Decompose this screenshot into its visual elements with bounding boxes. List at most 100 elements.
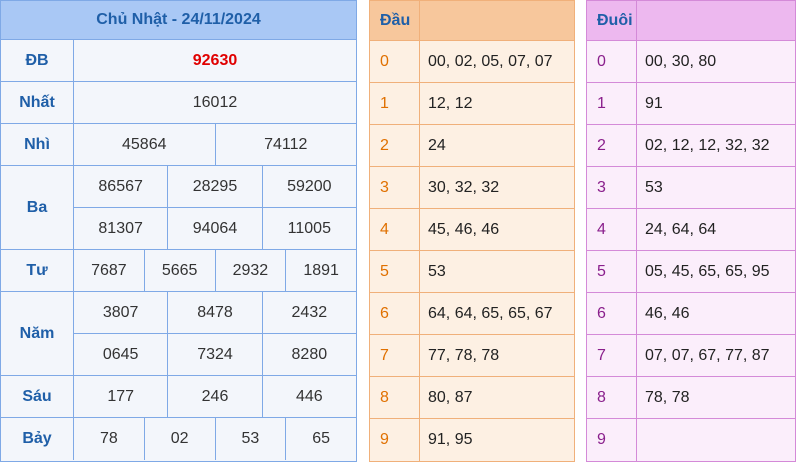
duoi-row: 1 91 (587, 83, 795, 125)
dau-digit: 6 (370, 293, 420, 334)
prize-number: 53 (214, 418, 286, 460)
prize-line: 81307 94064 11005 (74, 207, 356, 249)
duoi-digit: 2 (587, 125, 637, 166)
dau-digit: 9 (370, 419, 420, 461)
dau-numbers: 45, 46, 46 (428, 220, 500, 238)
dau-numbers: 12, 12 (428, 94, 473, 112)
duoi-rows: 0 00, 30, 80 1 91 2 02, 12, 12, 32, 32 3 53 4 24,… (587, 41, 795, 461)
duoi-digit: 9 (587, 419, 637, 461)
dau-header: Đầu (370, 1, 574, 41)
prize-values: 3807 8478 2432 0645 7324 8280 (74, 292, 356, 375)
prize-number: 2932 (214, 250, 286, 291)
prize-number: 16012 (192, 93, 238, 111)
dau-row: 1 12, 12 (370, 83, 574, 125)
prize-number: 92630 (192, 51, 238, 69)
prize-number: 86567 (98, 177, 143, 195)
prize-number: 446 (261, 376, 356, 417)
prize-number: 1891 (285, 250, 356, 291)
prize-line: 0645 7324 8280 (74, 333, 356, 375)
dau-row: 9 91, 95 (370, 419, 574, 461)
prize-number: 246 (167, 376, 261, 417)
dau-numbers: 00, 02, 05, 07, 07 (428, 52, 553, 70)
duoi-header-label: Đuôi (587, 1, 637, 40)
prize-number: 02 (143, 418, 215, 460)
dau-header-label: Đầu (370, 1, 420, 40)
dau-numbers: 24 (428, 136, 446, 154)
duoi-row: 0 00, 30, 80 (587, 41, 795, 83)
dau-rows: 0 00, 02, 05, 07, 07 1 12, 12 2 24 3 30, 32, 32… (370, 41, 574, 461)
dau-numbers: 91, 95 (428, 431, 473, 448)
duoi-digit: 6 (587, 293, 637, 334)
prize-values: 86567 28295 59200 81307 94064 11005 (74, 166, 356, 249)
prize-line: 3807 8478 2432 (74, 292, 356, 333)
prize-number: 5665 (143, 250, 215, 291)
dau-digit: 8 (370, 377, 420, 418)
dau-digit: 1 (370, 83, 420, 124)
prize-number: 94064 (167, 208, 261, 249)
dau-numbers: 64, 64, 65, 65, 67 (428, 304, 553, 322)
prize-label: Sáu (1, 376, 74, 417)
duoi-numbers (637, 419, 795, 461)
duoi-row: 8 78, 78 (587, 377, 795, 419)
duoi-numbers: 05, 45, 65, 65, 95 (645, 262, 770, 280)
prize-line: 16012 (74, 82, 356, 123)
duoi-numbers: 24, 64, 64 (645, 220, 717, 238)
dau-digit: 4 (370, 209, 420, 250)
duoi-digit: 1 (587, 83, 637, 124)
dau-row: 8 80, 87 (370, 377, 574, 419)
duoi-numbers: 07, 07, 67, 77, 87 (645, 346, 770, 364)
prize-row: Năm 3807 8478 2432 0645 7324 8280 (1, 292, 356, 376)
prize-number: 59200 (261, 166, 356, 207)
duoi-row: 4 24, 64, 64 (587, 209, 795, 251)
prize-row: Nhất 16012 (1, 82, 356, 124)
duoi-digit: 7 (587, 335, 637, 376)
prize-number: 78 (99, 430, 118, 447)
duoi-row: 7 07, 07, 67, 77, 87 (587, 335, 795, 377)
dau-digit: 2 (370, 125, 420, 166)
prize-line: 78 02 53 65 (74, 418, 356, 460)
prize-label: Bảy (1, 418, 74, 460)
prize-number: 81307 (98, 219, 143, 237)
prize-values: 16012 (74, 82, 356, 123)
prize-number: 177 (107, 387, 135, 405)
dau-digit: 0 (370, 41, 420, 82)
prize-row: Tư 7687 5665 2932 1891 (1, 250, 356, 292)
duoi-numbers: 53 (645, 178, 663, 196)
dau-row: 7 77, 78, 78 (370, 335, 574, 377)
duoi-digit: 5 (587, 251, 637, 292)
prize-row: Nhì 45864 74112 (1, 124, 356, 166)
prize-number: 28295 (167, 166, 261, 207)
duoi-numbers: 00, 30, 80 (645, 52, 717, 70)
dau-digit: 3 (370, 167, 420, 208)
prize-number: 7324 (167, 334, 261, 375)
duoi-digit: 3 (587, 167, 637, 208)
prize-values: 92630 (74, 40, 356, 81)
prize-label: Tư (1, 250, 74, 291)
prize-values: 7687 5665 2932 1891 (74, 250, 356, 291)
prize-label: Nhất (1, 82, 74, 123)
dau-row: 5 53 (370, 251, 574, 293)
prize-row: ĐB 92630 (1, 40, 356, 82)
dau-table: Đầu 0 00, 02, 05, 07, 07 1 12, 12 2 24 3 30, 32… (369, 0, 575, 462)
dau-row: 2 24 (370, 125, 574, 167)
prize-row: Sáu 177 246 446 (1, 376, 356, 418)
prize-number: 74112 (214, 124, 357, 165)
duoi-numbers: 91 (645, 94, 663, 112)
prize-number: 11005 (261, 208, 356, 249)
dau-row: 6 64, 64, 65, 65, 67 (370, 293, 574, 335)
dau-digit: 5 (370, 251, 420, 292)
dau-numbers: 53 (428, 262, 446, 280)
duoi-row: 2 02, 12, 12, 32, 32 (587, 125, 795, 167)
prize-values: 45864 74112 (74, 124, 356, 165)
prize-number: 7687 (91, 261, 127, 279)
prize-row: Bảy 78 02 53 65 (1, 418, 356, 460)
dau-row: 4 45, 46, 46 (370, 209, 574, 251)
duoi-row: 9 (587, 419, 795, 461)
duoi-digit: 8 (587, 377, 637, 418)
prize-label: Năm (1, 292, 74, 375)
results-date-title: Chủ Nhật - 24/11/2024 (1, 1, 356, 40)
duoi-row: 6 46, 46 (587, 293, 795, 335)
prize-number: 8478 (167, 292, 261, 333)
prize-values: 78 02 53 65 (74, 418, 356, 460)
prize-line: 86567 28295 59200 (74, 166, 356, 207)
